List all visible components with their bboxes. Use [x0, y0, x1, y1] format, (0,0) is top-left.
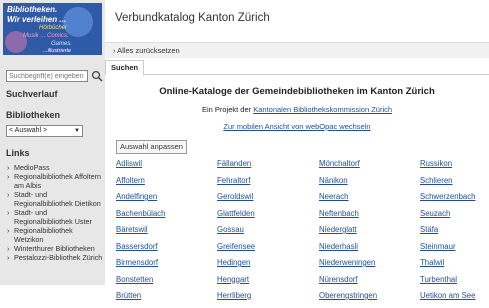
- library-link[interactable]: Mönchaltorf: [319, 159, 419, 176]
- chevron-right-icon: ›: [7, 226, 10, 235]
- search-icon[interactable]: [91, 70, 103, 82]
- library-link[interactable]: Brütten: [116, 291, 216, 308]
- project-prefix: Ein Projekt der: [201, 105, 254, 114]
- tab-search[interactable]: Suchen: [105, 60, 145, 76]
- library-select[interactable]: < Auswahl > ▼: [6, 125, 83, 137]
- library-link[interactable]: Steinmaur: [420, 242, 489, 259]
- sidebar-link[interactable]: › MedioPass: [7, 163, 103, 172]
- logo-text: Bibliotheken.: [7, 5, 58, 14]
- library-link[interactable]: Turbenthal: [420, 275, 489, 292]
- sidebar-link-label: Stadt- und Regionalbibliothek Dietikon: [14, 190, 101, 208]
- library-link[interactable]: Gossau: [217, 225, 317, 242]
- library-link[interactable]: Russikon: [420, 159, 489, 176]
- library-link[interactable]: Fällanden: [217, 159, 317, 176]
- library-link[interactable]: Herrliberg: [217, 291, 317, 308]
- library-link[interactable]: Fehraltorf: [217, 176, 317, 193]
- library-link[interactable]: Bonstetten: [116, 275, 216, 292]
- library-link[interactable]: Seuzach: [420, 209, 489, 226]
- reset-all-label: Alles zurücksetzen: [117, 46, 180, 55]
- header: Verbundkatalog Kanton Zürich: [105, 0, 489, 43]
- sidebar-link-label: Stadt- und Regionalbibliothek Uster: [14, 208, 92, 226]
- commission-link[interactable]: Kantonalen Bibliothekskommission Zürich: [253, 105, 392, 114]
- project-line: Ein Projekt der Kantonalen Bibliotheksko…: [105, 105, 489, 114]
- logo-text: Games.: [51, 41, 73, 47]
- logo-text: Hörbücher: [39, 25, 68, 31]
- sidebar-link[interactable]: › Pestalozzi-Bibliothek Zürich: [7, 253, 103, 262]
- reset-row: › Alles zurücksetzen: [105, 43, 489, 58]
- library-link[interactable]: Stäfa: [420, 225, 489, 242]
- logo-text: ...illustrierte: [43, 48, 72, 54]
- sidebar-link-label: Winterthurer Bibliotheken: [14, 244, 95, 253]
- chevron-right-icon: ›: [7, 208, 10, 217]
- reset-all-link[interactable]: › Alles zurücksetzen: [113, 46, 180, 55]
- library-link[interactable]: Andelfingen: [116, 192, 216, 209]
- sidebar-link[interactable]: › Regionalbibliothek Wetzikon: [7, 226, 103, 244]
- libraries-heading: Bibliotheken: [6, 110, 61, 120]
- library-link[interactable]: Niederhasli: [319, 242, 419, 259]
- library-link[interactable]: Henggart: [217, 275, 317, 292]
- library-link[interactable]: Uetikon am See: [420, 291, 489, 308]
- logo-text: Wir verleihen ...: [7, 15, 67, 24]
- logo-text: Musik ... Comics.: [23, 33, 69, 39]
- adjust-selection-button[interactable]: Auswahl anpassen: [116, 140, 187, 154]
- page-title: Verbundkatalog Kanton Zürich: [115, 12, 270, 24]
- chevron-right-icon: ›: [7, 253, 10, 262]
- sidebar-link[interactable]: › Stadt- und Regionalbibliothek Dietikon: [7, 190, 103, 208]
- chevron-right-icon: ›: [7, 190, 10, 199]
- links-list: › MedioPass › Regionalbibliothek Affoltern …: [7, 163, 103, 262]
- library-link[interactable]: Oberengstringen: [319, 291, 419, 308]
- library-link[interactable]: Niederglatt: [319, 225, 419, 242]
- library-link[interactable]: Adliswil: [116, 159, 216, 176]
- library-select-value: < Auswahl >: [9, 127, 48, 134]
- library-link[interactable]: Birmensdorf: [116, 258, 216, 275]
- chevron-right-icon: ›: [7, 163, 10, 172]
- logo[interactable]: Bibliotheken. Wir verleihen ... Hörbüche…: [3, 3, 102, 55]
- library-link[interactable]: Glattfelden: [217, 209, 317, 226]
- sidebar-link[interactable]: › Regionalbibliothek Affoltern am Albis: [7, 172, 103, 190]
- library-link[interactable]: Thalwil: [420, 258, 489, 275]
- chevron-down-icon: ▼: [74, 128, 80, 134]
- library-link[interactable]: Bäretswil: [116, 225, 216, 242]
- library-link[interactable]: Geroldswil: [217, 192, 317, 209]
- search-input[interactable]: [6, 70, 88, 82]
- chevron-right-icon: ›: [7, 244, 10, 253]
- tab-bar: Suchen: [105, 60, 489, 76]
- library-link[interactable]: Neftenbach: [319, 209, 419, 226]
- library-link[interactable]: Nänikon: [319, 176, 419, 193]
- library-link[interactable]: Hedingen: [217, 258, 317, 275]
- sidebar-link-label: Regionalbibliothek Affoltern am Albis: [14, 172, 101, 190]
- sidebar-link[interactable]: › Winterthurer Bibliotheken: [7, 244, 103, 253]
- sidebar: Bibliotheken. Wir verleihen ... Hörbüche…: [0, 0, 105, 285]
- library-link[interactable]: Schwerzenbach: [420, 192, 489, 209]
- sidebar-link-label: Pestalozzi-Bibliothek Zürich: [14, 253, 103, 262]
- main-content: Online-Kataloge der Gemeindebibliotheken…: [105, 75, 489, 300]
- mobile-line: Zur mobilen Ansicht von webOpac wechseln: [105, 122, 489, 131]
- sidebar-link-label: MedioPass: [14, 163, 50, 172]
- library-link[interactable]: Schlieren: [420, 176, 489, 193]
- library-link[interactable]: Affoltern: [116, 176, 216, 193]
- main-heading: Online-Kataloge der Gemeindebibliotheken…: [159, 86, 435, 97]
- library-link[interactable]: Niederweningen: [319, 258, 419, 275]
- library-column: Mönchaltorf Nänikon Neerach Neftenbach Niede…: [319, 159, 419, 308]
- library-column: Adliswil Affoltern Andelfingen Bachenbülach…: [116, 159, 216, 308]
- sidebar-link[interactable]: › Stadt- und Regionalbibliothek Uster: [7, 208, 103, 226]
- library-link[interactable]: Bassersdorf: [116, 242, 216, 259]
- library-link[interactable]: Neerach: [319, 192, 419, 209]
- sidebar-link-label: Regionalbibliothek Wetzikon: [14, 226, 73, 244]
- search-history-heading[interactable]: Suchverlauf: [6, 89, 58, 99]
- library-link[interactable]: Nürensdorf: [319, 275, 419, 292]
- library-link[interactable]: Bachenbülach: [116, 209, 216, 226]
- links-heading: Links: [6, 148, 30, 158]
- library-column: Russikon Schlieren Schwerzenbach Seuzach Stä…: [420, 159, 489, 308]
- chevron-right-icon: ›: [7, 172, 10, 181]
- library-link[interactable]: Greifensee: [217, 242, 317, 259]
- mobile-view-link[interactable]: Zur mobilen Ansicht von webOpac wechseln: [223, 122, 370, 131]
- library-column: Fällanden Fehraltorf Geroldswil Glattfelden…: [217, 159, 317, 308]
